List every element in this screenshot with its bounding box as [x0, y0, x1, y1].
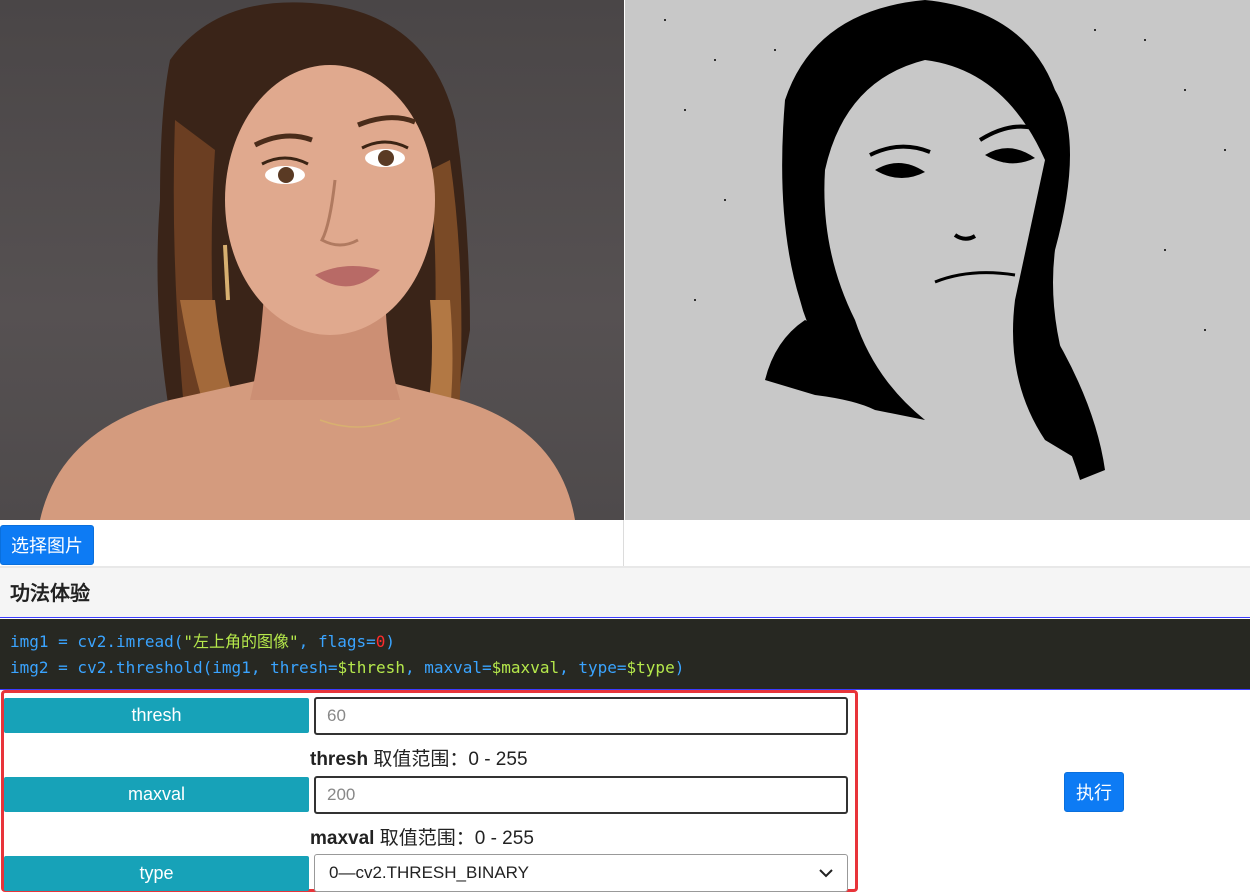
type-label: type	[4, 856, 309, 891]
result-image	[625, 0, 1250, 520]
run-button[interactable]: 执行	[1064, 772, 1124, 812]
thresh-range-hint: thresh 取值范围：0 - 255	[310, 749, 528, 770]
maxval-range-hint: maxval 取值范围：0 - 255	[310, 828, 534, 849]
chevron-down-icon	[819, 865, 833, 881]
section-title: 功法体验	[0, 568, 1250, 618]
result-image-panel	[625, 0, 1250, 566]
code-line-2: img2 = cv2.threshold(img1, thresh=$thres…	[10, 658, 685, 677]
thresh-input[interactable]	[314, 697, 848, 735]
type-selected-value: 0—cv2.THRESH_BINARY	[329, 863, 529, 882]
type-select[interactable]: 0—cv2.THRESH_BINARY	[314, 854, 848, 892]
thresh-label: thresh	[4, 698, 309, 733]
select-image-button[interactable]: 选择图片	[0, 525, 94, 565]
maxval-label: maxval	[4, 777, 309, 812]
source-image	[0, 0, 624, 520]
code-snippet: img1 = cv2.imread("左上角的图像", flags=0) img…	[0, 619, 1250, 690]
maxval-input[interactable]	[314, 776, 848, 814]
source-image-panel: 选择图片	[0, 0, 624, 566]
code-line-1: img1 = cv2.imread("左上角的图像", flags=0)	[10, 632, 396, 651]
